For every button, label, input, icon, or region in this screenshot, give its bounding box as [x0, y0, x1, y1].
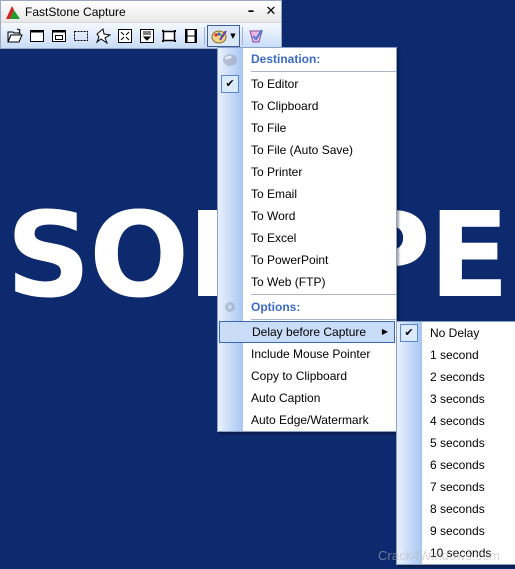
- menu-separator: [251, 294, 396, 295]
- window-object-icon[interactable]: [48, 25, 70, 47]
- menu-item-label: To PowerPoint: [251, 253, 329, 267]
- rectangular-region-icon[interactable]: [70, 25, 92, 47]
- delay-option-2-seconds[interactable]: 2 seconds: [397, 366, 515, 388]
- delay-option-7-seconds[interactable]: 7 seconds: [397, 476, 515, 498]
- menu-item-label: Auto Caption: [251, 391, 321, 405]
- menu-item-label: No Delay: [430, 326, 480, 340]
- menu-item-label: To Web (FTP): [251, 275, 326, 289]
- window-title: FastStone Capture: [25, 4, 126, 19]
- close-button[interactable]: ✕: [261, 4, 281, 19]
- menu-item-label: 4 seconds: [430, 414, 485, 428]
- minimize-button[interactable]: –: [241, 4, 261, 19]
- freehand-region-icon[interactable]: [92, 25, 114, 47]
- menu-item-label: To Excel: [251, 231, 297, 245]
- menu-item-to-file-auto-save[interactable]: To File (Auto Save): [218, 139, 396, 161]
- toolbar-separator: [204, 26, 205, 45]
- capture-toolbar: ▼: [1, 23, 281, 48]
- active-window-icon[interactable]: [26, 25, 48, 47]
- toolbar-separator: [242, 26, 243, 45]
- menu-item-label: To Printer: [251, 165, 303, 179]
- menu-item-to-clipboard[interactable]: To Clipboard: [218, 95, 396, 117]
- menu-item-label: To Word: [251, 209, 296, 223]
- menu-item-label: 8 seconds: [430, 502, 485, 516]
- checkmark-icon: ✔: [400, 324, 418, 342]
- scrolling-window-icon[interactable]: [136, 25, 158, 47]
- menu-item-label: To File (Auto Save): [251, 143, 354, 157]
- menu-item-label: 5 seconds: [430, 436, 485, 450]
- options-header: Options:: [218, 296, 396, 318]
- submenu-arrow-icon: ▶: [381, 327, 388, 336]
- delay-option-8-seconds[interactable]: 8 seconds: [397, 498, 515, 520]
- menu-item-label: To Email: [251, 187, 298, 201]
- destination-header: Destination:: [218, 48, 396, 70]
- menu-item-delay-before-capture[interactable]: Delay before Capture ▶: [219, 321, 395, 343]
- menu-item-label: 9 seconds: [430, 524, 485, 538]
- menu-item-to-web-ftp[interactable]: To Web (FTP): [218, 271, 396, 293]
- gear-icon: [225, 302, 235, 312]
- menu-item-to-powerpoint[interactable]: To PowerPoint: [218, 249, 396, 271]
- title-bar[interactable]: FastStone Capture – ✕: [1, 1, 281, 23]
- menu-item-include-mouse-pointer[interactable]: Include Mouse Pointer: [218, 343, 396, 365]
- menu-item-label: Auto Edge/Watermark: [251, 413, 369, 427]
- menu-item-label: 1 second: [430, 348, 479, 362]
- menu-item-label: To File: [251, 121, 287, 135]
- menu-item-label: Copy to Clipboard: [251, 369, 348, 383]
- watermark-text: Crack4Windows.com: [378, 548, 501, 563]
- screen-recorder-film-icon[interactable]: [180, 25, 202, 47]
- checkmark-icon: ✔: [221, 75, 239, 93]
- menu-item-label: 3 seconds: [430, 392, 485, 406]
- menu-item-auto-caption[interactable]: Auto Caption: [218, 387, 396, 409]
- menu-item-label: 7 seconds: [430, 480, 485, 494]
- menu-item-auto-edge-watermark[interactable]: Auto Edge/Watermark: [218, 409, 396, 431]
- delay-submenu: ✔ No Delay 1 second 2 seconds 3 seconds 4 sec…: [396, 321, 515, 565]
- menu-item-label: Include Mouse Pointer: [251, 347, 371, 361]
- menu-item-to-word[interactable]: To Word: [218, 205, 396, 227]
- menu-item-label: To Clipboard: [251, 99, 319, 113]
- destination-menu: Destination: ✔ To Editor To Clipboard To Fi…: [217, 47, 397, 432]
- palette-icon: [223, 54, 237, 66]
- delay-option-9-seconds[interactable]: 9 seconds: [397, 520, 515, 542]
- settings-icon[interactable]: [245, 25, 267, 47]
- menu-item-to-email[interactable]: To Email: [218, 183, 396, 205]
- delay-option-3-seconds[interactable]: 3 seconds: [397, 388, 515, 410]
- menu-item-to-excel[interactable]: To Excel: [218, 227, 396, 249]
- faststone-logo-icon: [5, 4, 21, 20]
- menu-item-label: 2 seconds: [430, 370, 485, 384]
- menu-item-to-file[interactable]: To File: [218, 117, 396, 139]
- faststone-capture-window: FastStone Capture – ✕ ▼: [0, 0, 282, 49]
- menu-item-to-editor[interactable]: ✔ To Editor: [218, 73, 396, 95]
- delay-option-6-seconds[interactable]: 6 seconds: [397, 454, 515, 476]
- output-destination-button[interactable]: ▼: [207, 24, 240, 47]
- chevron-down-icon: ▼: [230, 31, 236, 40]
- full-screen-icon[interactable]: [114, 25, 136, 47]
- menu-separator: [251, 71, 396, 72]
- menu-item-label: Delay before Capture: [252, 325, 367, 339]
- delay-option-1-second[interactable]: 1 second: [397, 344, 515, 366]
- delay-option-5-seconds[interactable]: 5 seconds: [397, 432, 515, 454]
- open-folder-icon[interactable]: [4, 25, 26, 47]
- palette-icon: [211, 29, 228, 43]
- menu-separator: [251, 319, 396, 320]
- menu-item-label: To Editor: [251, 77, 299, 91]
- menu-item-to-printer[interactable]: To Printer: [218, 161, 396, 183]
- menu-item-copy-to-clipboard[interactable]: Copy to Clipboard: [218, 365, 396, 387]
- delay-option-no-delay[interactable]: ✔ No Delay: [397, 322, 515, 344]
- fixed-region-icon[interactable]: [158, 25, 180, 47]
- menu-item-label: 6 seconds: [430, 458, 485, 472]
- delay-option-4-seconds[interactable]: 4 seconds: [397, 410, 515, 432]
